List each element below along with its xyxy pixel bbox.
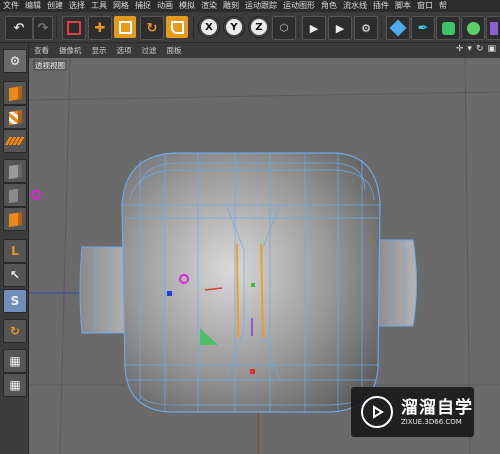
snapping-icon[interactable]: S [3,289,27,313]
polygons-mode-icon[interactable] [3,207,27,231]
redo-icon[interactable]: ↷ [33,16,53,40]
deformer-icon[interactable] [486,16,500,40]
make-editable-icon[interactable]: ⚙ [3,49,27,73]
menu-script[interactable]: 脚本 [392,0,414,12]
points-mode-icon[interactable] [3,159,27,183]
menu-sculpt[interactable]: 雕刻 [220,0,242,12]
move-view-icon[interactable]: ✛ [456,44,464,54]
cloner-icon[interactable] [461,16,485,40]
coordinate-system-icon[interactable]: ⬡ [272,16,296,40]
viewport-solo-hierarchy-icon[interactable]: ▦ [3,373,27,397]
enable-axis-icon[interactable]: L [3,239,27,263]
move-icon[interactable]: ✚ [88,16,112,40]
viewport-solo-icon[interactable]: ▦ [3,349,27,373]
x-axis-lock-button[interactable]: X [198,16,220,38]
viewport-menu-filter[interactable]: 过滤 [137,45,162,56]
menu-create[interactable]: 创建 [44,0,66,12]
gizmo-x-handle[interactable] [167,291,172,296]
tweak-mode-icon[interactable]: ↖ [3,263,27,287]
viewport-title: 透视视图 [33,60,67,71]
menu-simulate[interactable]: 模拟 [176,0,198,12]
live-selection-icon[interactable] [62,16,86,40]
recent-tool-icon[interactable] [166,16,188,38]
left-tool-palette: ⚙ L ↖ S ↻ ▦ ▦ [0,43,29,454]
y-axis-lock-button[interactable]: Y [223,16,245,38]
x-axis-label: X [201,19,217,35]
menu-bar: 文件 编辑 创建 选择 工具 网格 捕捉 动画 模拟 渲染 雕刻 运动跟踪 运动… [0,0,500,12]
menu-snap[interactable]: 捕捉 [132,0,154,12]
gizmo-z-handle[interactable] [250,369,255,374]
menu-render[interactable]: 渲染 [198,0,220,12]
render-to-picture-viewer-icon[interactable]: ▶ [328,16,352,40]
viewport-menu-cameras[interactable]: 摄像机 [54,45,87,56]
rotate-icon[interactable]: ↻ [140,16,164,40]
main-toolbar: ↶ ↷ ✚ ↻ X Y Z ⬡ ▶ ▶ ⚙ ✒ [0,12,500,43]
zoom-view-icon[interactable]: ▾ [467,44,472,54]
viewport-menu-panel[interactable]: 面板 [162,45,187,56]
menu-help[interactable]: 帮 [436,0,450,12]
menu-motion-tracking[interactable]: 运动跟踪 [242,0,280,12]
menu-pipeline[interactable]: 流水线 [340,0,370,12]
watermark-url: ZIXUE.3D66.COM [401,418,462,426]
menu-file[interactable]: 文件 [0,0,22,12]
rotate-view-icon[interactable]: ↻ [476,44,484,54]
menu-plugins[interactable]: 插件 [370,0,392,12]
y-axis-label: Y [226,19,242,35]
gizmo-y-handle[interactable] [251,283,255,287]
render-settings-icon[interactable]: ⚙ [354,16,378,40]
menu-select[interactable]: 选择 [66,0,88,12]
model-mode-icon[interactable] [3,81,27,105]
viewport-menu-options[interactable]: 选项 [112,45,137,56]
undo-icon[interactable]: ↶ [5,16,33,40]
watermark-title: 溜溜自学 [401,398,473,418]
selected-edge-left [236,243,239,339]
menu-mograph[interactable]: 运动图形 [280,0,318,12]
mesh-handle-right [374,239,417,327]
menu-window[interactable]: 窗口 [414,0,436,12]
menu-mesh[interactable]: 网格 [110,0,132,12]
menu-animate[interactable]: 动画 [154,0,176,12]
viewport-menu-view[interactable]: 查看 [29,45,54,56]
viewport-menu-bar: 查看 摄像机 显示 选项 过滤 面板 [29,43,500,57]
render-view-icon[interactable]: ▶ [302,16,326,40]
soft-selection-icon[interactable]: ↻ [3,319,27,343]
z-axis-label: Z [251,19,267,35]
subdivision-surface-icon[interactable] [436,16,460,40]
spline-pen-icon[interactable]: ✒ [411,16,435,40]
z-axis-lock-button[interactable]: Z [248,16,270,38]
edges-mode-icon[interactable] [3,183,27,207]
cube-primitive-icon[interactable] [386,16,410,40]
menu-edit[interactable]: 编辑 [22,0,44,12]
viewport-menu-display[interactable]: 显示 [87,45,112,56]
workplane-mode-icon[interactable] [3,129,27,153]
texture-mode-icon[interactable] [3,105,27,129]
menu-tools[interactable]: 工具 [88,0,110,12]
scale-icon[interactable] [114,16,136,38]
soft-selection-marker [31,190,41,200]
viewport-navigation: ✛ ▾ ↻ ▣ [456,44,496,54]
menu-character[interactable]: 角色 [318,0,340,12]
play-logo-icon [361,396,393,428]
maximize-view-icon[interactable]: ▣ [487,44,496,54]
watermark: 溜溜自学 ZIXUE.3D66.COM [351,387,474,437]
